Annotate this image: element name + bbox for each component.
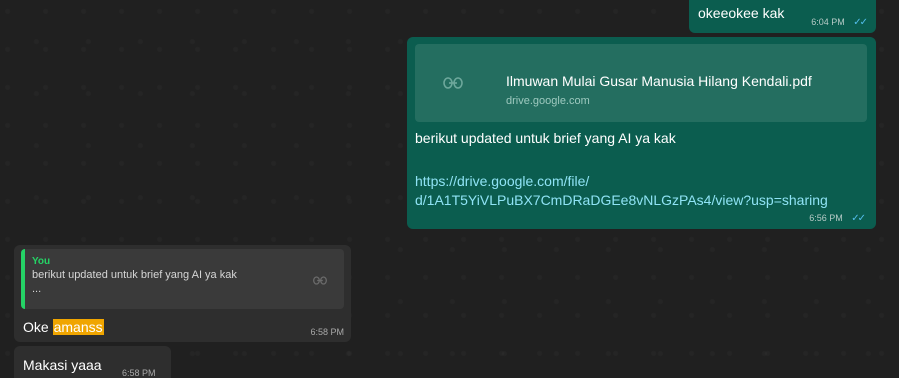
message-text: Oke amanss xyxy=(23,319,104,335)
message-link[interactable]: https://drive.google.com/file/ d/1A1T5Yi… xyxy=(415,172,828,210)
link-icon-svg xyxy=(443,77,463,89)
quote-author: You xyxy=(32,256,51,267)
message-incoming[interactable]: You berikut updated untuk brief yang AI … xyxy=(14,245,351,342)
message-link-line-1[interactable]: https://drive.google.com/file/ xyxy=(415,172,828,191)
link-icon xyxy=(306,268,334,292)
message-time: 6:58 PM xyxy=(122,368,156,378)
message-link-line-2[interactable]: d/1A1T5YiVLPuBX7CmDRaDGEe8vNLGzPAs4/view… xyxy=(415,191,828,210)
link-icon xyxy=(415,44,491,122)
read-ticks-icon: ✓✓ xyxy=(851,213,866,224)
message-outgoing[interactable]: okeeokee kak 6:04 PM ✓✓ xyxy=(689,0,876,33)
message-text: okeeokee kak xyxy=(698,5,785,21)
search-highlight: amanss xyxy=(52,319,104,335)
message-outgoing[interactable]: Ilmuwan Mulai Gusar Manusia Hilang Kenda… xyxy=(407,37,876,229)
link-icon-svg xyxy=(313,275,327,285)
link-preview-title: Ilmuwan Mulai Gusar Manusia Hilang Kenda… xyxy=(506,73,812,89)
quote-ellipsis: ... xyxy=(32,283,42,295)
quote-text: berikut updated untuk brief yang AI ya k… xyxy=(32,269,237,281)
quote-accent-bar xyxy=(21,249,25,309)
quoted-message[interactable]: You berikut updated untuk brief yang AI … xyxy=(21,249,344,309)
message-text: berikut updated untuk brief yang AI ya k… xyxy=(415,130,676,146)
link-preview-domain: drive.google.com xyxy=(506,95,590,107)
read-ticks-icon: ✓✓ xyxy=(853,17,868,28)
link-preview[interactable]: Ilmuwan Mulai Gusar Manusia Hilang Kenda… xyxy=(415,44,867,122)
message-text-plain: Oke xyxy=(23,319,49,335)
message-text: Makasi yaaa xyxy=(23,357,102,373)
message-time: 6:58 PM xyxy=(310,327,344,337)
message-time: 6:04 PM xyxy=(811,17,845,27)
message-time: 6:56 PM xyxy=(809,213,843,223)
message-incoming[interactable]: Makasi yaaa 6:58 PM xyxy=(14,346,171,378)
message-meta: 6:56 PM ✓✓ xyxy=(809,213,866,224)
message-meta: 6:04 PM ✓✓ xyxy=(811,17,868,28)
